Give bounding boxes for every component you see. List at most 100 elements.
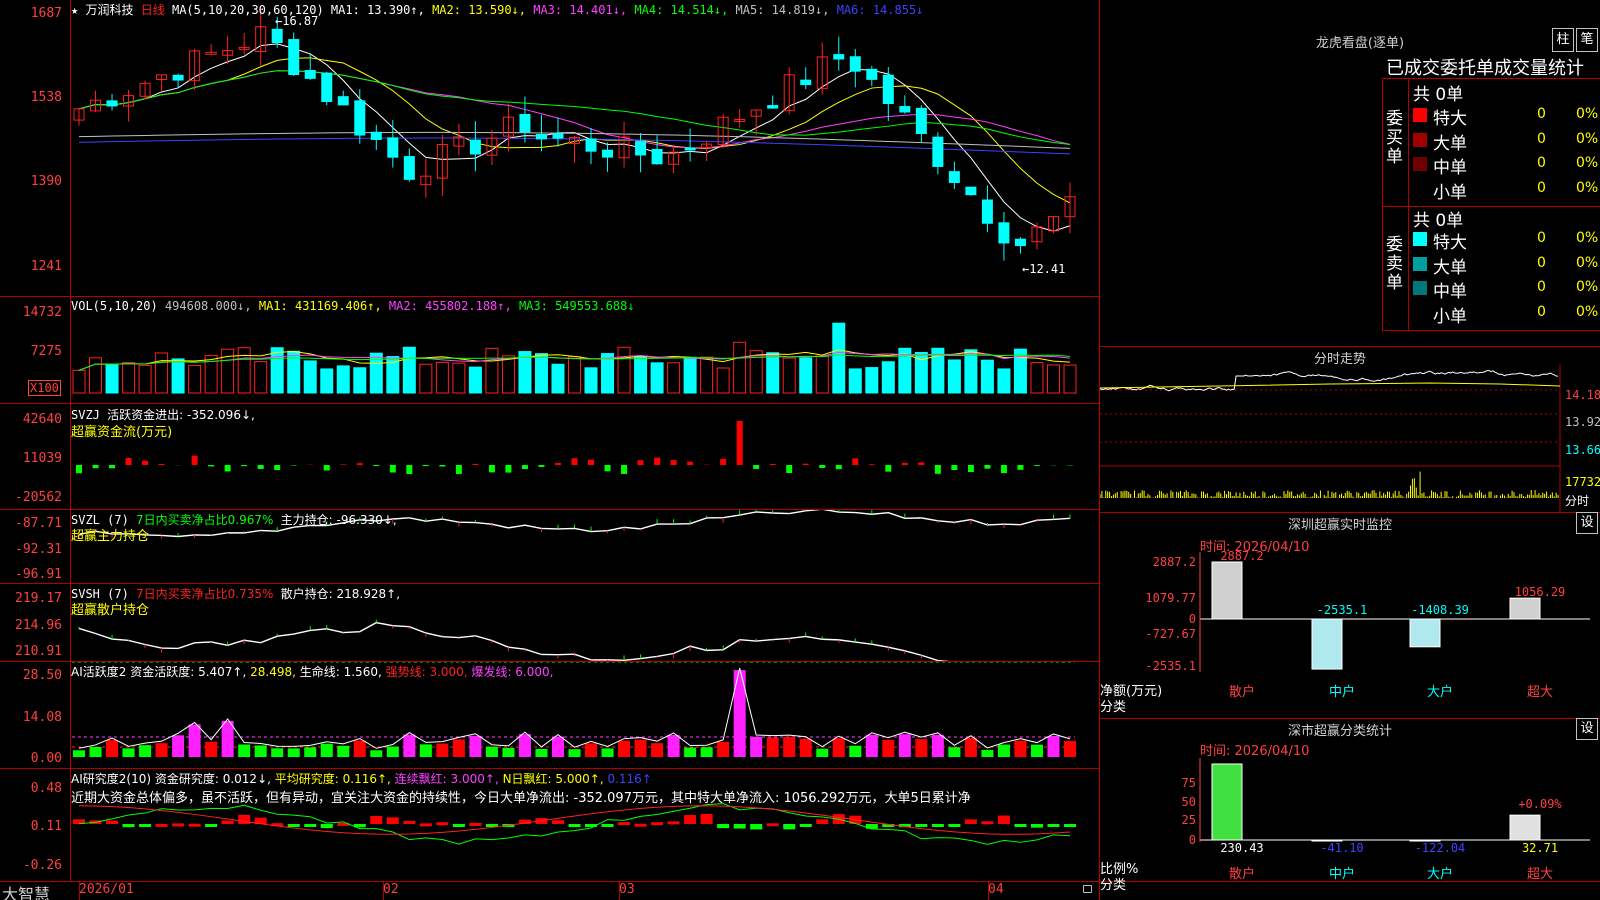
research-bar [1030, 824, 1043, 828]
dragon-subtitle: 已成交委托单成交量统计 [1386, 58, 1584, 79]
svzj-panel[interactable]: SVZJ 活跃资金进出: -352.096↓, 超赢资金流(万元) 42640 … [0, 404, 1100, 509]
ai-active-value-2: 生命线: 1.560, [299, 665, 386, 679]
bar-value-label: 1056.29 [1515, 585, 1566, 599]
research-bar [370, 816, 383, 824]
ai-research-panel[interactable]: AI研究度2(10) 资金研究度: 0.012↓, 平均研究度: 0.116↑,… [0, 769, 1100, 881]
svzl-subtitle: 超赢主力持仓 [71, 529, 150, 544]
lock-icon[interactable] [1083, 885, 1092, 893]
volume-bar [667, 362, 681, 394]
flow-bar [868, 464, 875, 465]
candle-body [535, 134, 547, 140]
flow-bar [422, 465, 429, 467]
volume-bar [634, 355, 648, 394]
ai-active-panel[interactable]: AI活跃度2 资金活跃度: 5.407↑, 28.498, 生命线: 1.560… [0, 662, 1100, 768]
svsh-ytick: 214.96 [15, 618, 62, 633]
volume-bar [815, 355, 829, 394]
flow-bar [389, 465, 396, 473]
flow-bar [340, 464, 347, 465]
intraday-panel[interactable]: 分时走势 14.18 13.92 13.66 17732 分时 [1100, 346, 1600, 512]
axis-tick: -727.67 [1145, 627, 1196, 641]
volume-bar [237, 347, 251, 394]
svzj-subtitle: 超赢资金流(万元) [71, 425, 173, 440]
volume-panel[interactable]: VOL(5,10,20) 494608.000↓, MA1: 431169.40… [0, 297, 1100, 403]
order-value: 0 [1537, 179, 1546, 196]
axis-tick: 0 [1189, 833, 1196, 847]
activity-bar [1064, 740, 1076, 757]
activity-bar [320, 743, 333, 757]
research-bar [469, 823, 482, 827]
color-swatch [1413, 281, 1427, 295]
research-bar [717, 824, 730, 829]
research-bar [238, 814, 251, 824]
category-label: 大户 [1427, 866, 1453, 882]
color-swatch [1413, 157, 1427, 171]
activity-bar [254, 745, 267, 757]
pen-view-button[interactable]: 笔 [1576, 28, 1598, 52]
order-pct: 0% [1576, 106, 1599, 122]
research-bar [419, 823, 432, 827]
flow-bar [604, 465, 611, 472]
vol-unit-label: X100 [28, 380, 61, 396]
x-tick: 2026/01 [79, 882, 134, 897]
flow-bar [92, 465, 99, 469]
activity-bar [469, 735, 482, 757]
volume-bar [1013, 348, 1027, 394]
order-value: 0 [1537, 155, 1546, 171]
svsh-panel[interactable]: SVSH (7) 7日内买卖净占比0.735% 散户持仓: 218.928↑, … [0, 584, 1100, 661]
kline-chart[interactable] [0, 0, 1100, 296]
activity-bar [535, 748, 548, 757]
order-value: 0 [1537, 254, 1546, 271]
activity-bar [634, 739, 647, 757]
low-price-label: ←12.41 [1022, 262, 1066, 276]
category-bar [1509, 814, 1541, 841]
activity-bar [1030, 744, 1043, 757]
vol-values: 494608.000↓, MA1: 431169.406↑, MA2: 4558… [165, 299, 635, 313]
activity-bar [700, 747, 713, 757]
research-bar [997, 815, 1010, 824]
research-bar [964, 819, 977, 824]
research-bar [172, 823, 185, 827]
activity-bar [684, 747, 697, 757]
favorite-star-icon[interactable]: ★ [71, 3, 78, 17]
intraday-ytick: 13.66 [1565, 443, 1600, 457]
svzl-panel[interactable]: SVZL (7) 7日内买卖净占比0.967% 主力持仓: -96.330↓, … [0, 510, 1100, 583]
order-label: 大单 [1433, 133, 1467, 154]
volume-bar [353, 367, 367, 394]
intraday-ytick: 14.18 [1565, 388, 1600, 402]
volume-bar [89, 357, 103, 394]
color-swatch [1413, 232, 1427, 246]
activity-bar [403, 734, 416, 757]
stock-name[interactable]: 万润科技 [85, 3, 133, 17]
sz-stats-chart[interactable]: 75 50 25 0 230.43 散户 -41.10 中户 -122.04 大户 32.71 超大 +… [1100, 718, 1600, 900]
vol-params: VOL(5,10,20) [71, 299, 158, 313]
flow-bar [885, 465, 892, 472]
flow-bar [720, 459, 727, 465]
intraday-chart[interactable] [1100, 346, 1600, 512]
volume-bar [799, 357, 813, 394]
flow-bar [736, 420, 743, 465]
sz-stats-panel[interactable]: 深市超赢分类统计 设 时间: 2026/04/10 75 50 25 0 230.43 散… [1100, 718, 1600, 900]
period-label[interactable]: 日线 [141, 3, 165, 17]
activity-bar [452, 739, 465, 757]
volume-bar [568, 356, 581, 394]
activity-bar [172, 735, 185, 757]
sz-monitor-panel[interactable]: 深圳超赢实时监控 设 时间: 2026/04/10 2887.2 1079.77 0… [1100, 512, 1600, 718]
volume-bar [881, 361, 895, 394]
flow-bar [109, 465, 116, 469]
axis-tick: -2535.1 [1145, 659, 1196, 673]
activity-bar [717, 741, 730, 757]
research-bar [1064, 824, 1076, 827]
flow-bar [670, 460, 677, 465]
activity-bar [353, 740, 366, 757]
activity-bar [436, 743, 449, 757]
flow-bar [125, 457, 132, 465]
kline-panel[interactable]: ★ 万润科技 日线 MA(5,10,20,30,60,120) MA1: 13.… [0, 0, 1100, 296]
ai-research-value-4: 0.116↑ [607, 772, 652, 786]
ma-value-1: MA2: 13.590↓, [432, 3, 534, 17]
volume-bar [832, 322, 846, 394]
column-view-button[interactable]: 柱 [1552, 28, 1574, 52]
kline-ytick: 1687 [30, 6, 62, 21]
sz-monitor-chart[interactable]: 2887.2 1079.77 0-727.67 -2535.1 2887.2 散户 -253… [1100, 512, 1600, 718]
intraday-unit: 分时 [1565, 494, 1590, 508]
research-bar [139, 824, 152, 827]
